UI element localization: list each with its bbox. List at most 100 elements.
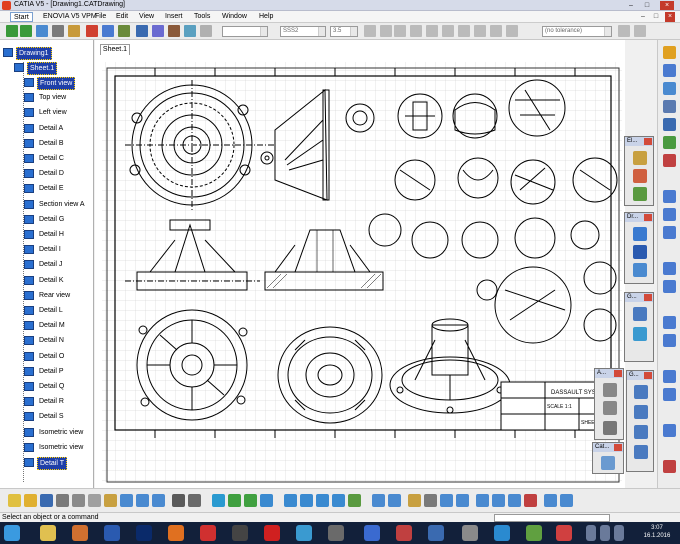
tolerance-field[interactable]: (no tolerance) bbox=[542, 26, 612, 37]
layout-icon[interactable] bbox=[136, 25, 148, 37]
dimension-style-icon[interactable] bbox=[456, 494, 469, 507]
font-field[interactable] bbox=[222, 26, 268, 37]
knowledge-icon[interactable] bbox=[188, 494, 201, 507]
analysis-icon[interactable] bbox=[408, 494, 421, 507]
command-input[interactable] bbox=[494, 514, 610, 522]
table-icon[interactable] bbox=[603, 421, 617, 435]
catalog-browser-icon[interactable] bbox=[601, 456, 615, 470]
open-icon[interactable] bbox=[24, 494, 37, 507]
close-icon[interactable] bbox=[644, 372, 652, 379]
arc-icon[interactable] bbox=[633, 307, 647, 321]
new-icon[interactable] bbox=[8, 494, 21, 507]
frame-tool-icon[interactable] bbox=[633, 169, 647, 183]
menu-window[interactable]: Window bbox=[219, 12, 250, 22]
arrow-tool-icon[interactable] bbox=[663, 388, 676, 401]
numeric-icon[interactable] bbox=[490, 25, 502, 37]
photoshop-icon[interactable] bbox=[136, 525, 152, 541]
frame-icon[interactable] bbox=[152, 25, 164, 37]
formula-icon[interactable] bbox=[172, 494, 185, 507]
dimension-icon[interactable] bbox=[663, 190, 676, 203]
doc-restore-button[interactable]: □ bbox=[651, 12, 661, 22]
point-icon[interactable] bbox=[634, 385, 648, 399]
copy-icon[interactable] bbox=[88, 494, 101, 507]
cut-icon[interactable] bbox=[52, 25, 64, 37]
app-icon-1[interactable] bbox=[72, 525, 88, 541]
weld-icon[interactable] bbox=[663, 316, 676, 329]
text-icon[interactable] bbox=[603, 401, 617, 415]
clipping-icon[interactable] bbox=[663, 136, 676, 149]
italic-icon[interactable] bbox=[380, 25, 392, 37]
transform-icon[interactable] bbox=[663, 424, 676, 437]
close-icon[interactable] bbox=[614, 444, 622, 451]
chain-dim-icon[interactable] bbox=[663, 208, 676, 221]
tool-icon[interactable] bbox=[86, 25, 98, 37]
snap-icon[interactable] bbox=[492, 494, 505, 507]
line-icon[interactable] bbox=[634, 405, 648, 419]
menu-edit[interactable]: Edit bbox=[113, 12, 131, 22]
dim-icon[interactable] bbox=[618, 25, 630, 37]
tolerance-icon[interactable] bbox=[506, 25, 518, 37]
sheet-tool-icon[interactable] bbox=[633, 151, 647, 165]
zoom-in-icon[interactable] bbox=[284, 494, 297, 507]
swap-icon[interactable] bbox=[388, 494, 401, 507]
tray-icon-1[interactable] bbox=[586, 525, 596, 541]
green-arrows-icon[interactable] bbox=[6, 25, 18, 37]
title-tool-icon[interactable] bbox=[633, 187, 647, 201]
menu-file[interactable]: File bbox=[92, 12, 109, 22]
app-icon-2[interactable] bbox=[232, 525, 248, 541]
projection-icon[interactable] bbox=[663, 82, 676, 95]
grid-icon[interactable] bbox=[118, 25, 130, 37]
acrobat-icon[interactable] bbox=[264, 525, 280, 541]
firefox-icon[interactable] bbox=[168, 525, 184, 541]
rotate-icon[interactable] bbox=[260, 494, 273, 507]
anchor-icon[interactable] bbox=[474, 25, 486, 37]
section-icon[interactable] bbox=[663, 100, 676, 113]
align-icon[interactable] bbox=[410, 25, 422, 37]
close-button[interactable]: × bbox=[660, 1, 674, 10]
strike-icon[interactable] bbox=[394, 25, 406, 37]
pan-icon[interactable] bbox=[244, 494, 257, 507]
doc-close-button[interactable]: × bbox=[665, 12, 675, 22]
datum-icon[interactable] bbox=[663, 262, 676, 275]
media-icon[interactable] bbox=[200, 525, 216, 541]
menu-tools[interactable]: Tools bbox=[191, 12, 213, 22]
detail-icon[interactable] bbox=[663, 118, 676, 131]
angle-dim-icon[interactable] bbox=[663, 226, 676, 239]
balloon-icon[interactable] bbox=[663, 334, 676, 347]
menu-enovia[interactable]: ENOVIA V5 VPM bbox=[40, 12, 100, 22]
view-new-icon[interactable] bbox=[663, 64, 676, 77]
close-icon[interactable] bbox=[644, 214, 652, 221]
axis-icon[interactable] bbox=[633, 263, 647, 277]
tray-icon-3[interactable] bbox=[614, 525, 624, 541]
fit-all-icon[interactable] bbox=[228, 494, 241, 507]
dim2-icon[interactable] bbox=[634, 25, 646, 37]
paste-icon[interactable] bbox=[68, 25, 80, 37]
app-icon-7[interactable] bbox=[462, 525, 478, 541]
break-icon[interactable] bbox=[663, 154, 676, 167]
update-icon[interactable] bbox=[440, 494, 453, 507]
print-icon[interactable] bbox=[56, 494, 69, 507]
app-icon-8[interactable] bbox=[494, 525, 510, 541]
redo-icon[interactable] bbox=[136, 494, 149, 507]
maximize-button[interactable]: □ bbox=[640, 1, 654, 10]
circle-icon[interactable] bbox=[634, 425, 648, 439]
normal-view-icon[interactable] bbox=[332, 494, 345, 507]
frame-text-icon[interactable] bbox=[442, 25, 454, 37]
quick-view-icon[interactable] bbox=[348, 494, 361, 507]
grid-toggle-icon[interactable] bbox=[508, 494, 521, 507]
fly-mode-icon[interactable] bbox=[212, 494, 225, 507]
profile-icon[interactable] bbox=[633, 327, 647, 341]
doc-minimize-button[interactable]: – bbox=[638, 12, 648, 22]
symbol-icon[interactable] bbox=[458, 25, 470, 37]
measure-icon[interactable] bbox=[424, 494, 437, 507]
word-icon[interactable] bbox=[104, 525, 120, 541]
app-icon-4[interactable] bbox=[364, 525, 380, 541]
close-icon[interactable] bbox=[614, 370, 622, 377]
size-field[interactable]: 3.5 bbox=[330, 26, 358, 37]
tray-icon-2[interactable] bbox=[600, 525, 610, 541]
clock[interactable]: 3:07 16.1.2016 bbox=[636, 524, 678, 540]
app-icon-6[interactable] bbox=[428, 525, 444, 541]
sheet-icon[interactable] bbox=[168, 25, 180, 37]
catia-task-icon[interactable] bbox=[556, 525, 572, 541]
menu-insert[interactable]: Insert bbox=[162, 12, 186, 22]
